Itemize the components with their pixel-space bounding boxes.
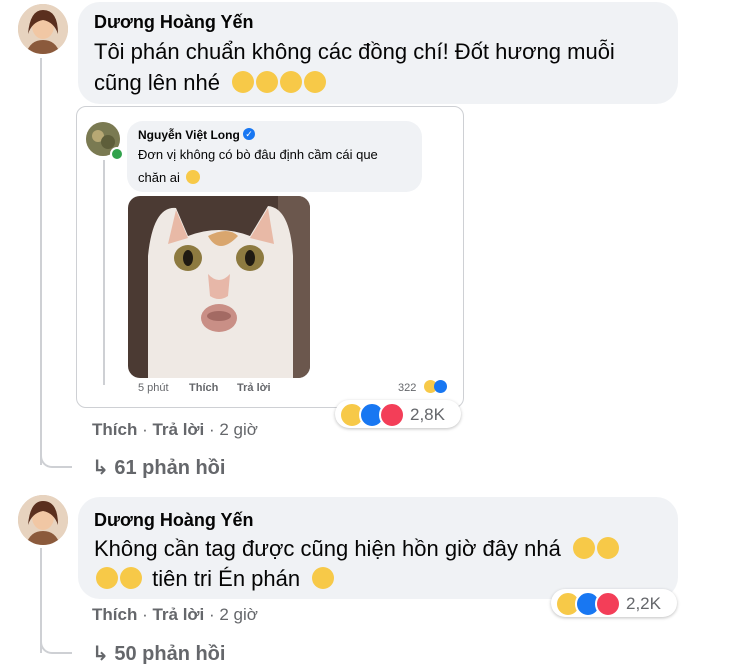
like-link[interactable]: Thích: [92, 605, 137, 624]
embedded-comment-text-line1: Đơn vị không có bò đâu định cầm cái que: [138, 147, 378, 162]
cat-image: [128, 196, 310, 378]
thread-connector-line: [103, 160, 105, 385]
comment-text-line2: cũng lên nhé: [94, 70, 220, 95]
comment-text-line1-wrap: Không cần tag được cũng hiện hồn giờ đây…: [94, 533, 619, 564]
rofl-emoji-icon: [120, 567, 142, 589]
comment-time[interactable]: 2 giờ: [219, 605, 258, 624]
avatar-image: [18, 4, 68, 54]
rofl-emoji-icon: [596, 537, 619, 559]
thread-connector-line: [40, 58, 42, 465]
reply-arrow-icon: ↳: [92, 643, 109, 665]
grinning-emoji-icon: [185, 170, 200, 184]
like-link[interactable]: Thích: [92, 420, 137, 439]
embedded-comment-author[interactable]: Nguyễn Việt Long: [138, 128, 240, 142]
reaction-count: 2,8K: [410, 405, 445, 424]
thread-connector-curve: [40, 632, 72, 654]
comment-time[interactable]: 2 giờ: [219, 420, 258, 439]
grinning-cat-emoji-icon: [304, 71, 327, 93]
separator-dot: ·: [208, 420, 220, 439]
reply-link[interactable]: Trả lời: [152, 605, 204, 624]
embedded-comment-time[interactable]: 5 phút: [138, 382, 169, 394]
comment-text-line2: tiên tri Én phán: [152, 566, 301, 591]
comment-text-line2-wrap: tiên tri Én phán: [94, 563, 335, 594]
cat-photo[interactable]: [128, 196, 310, 378]
love-reaction-icon: [595, 591, 621, 617]
embedded-like-link[interactable]: Thích: [189, 382, 218, 394]
embedded-comment-text-line2-wrap: chăn ai: [138, 170, 200, 185]
rofl-emoji-icon: [96, 567, 118, 589]
rofl-emoji-icon: [572, 537, 595, 559]
comment-text-line1: Tôi phán chuẩn không các đồng chí! Đốt h…: [94, 39, 615, 64]
avatar-image: [18, 495, 68, 545]
comment-author[interactable]: Dương Hoàng Yến: [94, 12, 254, 33]
reply-link[interactable]: Trả lời: [152, 420, 204, 439]
replies-label: 61 phản hồi: [114, 457, 226, 479]
grinning-cat-emoji-icon: [256, 71, 279, 93]
reaction-count: 2,2K: [626, 594, 661, 613]
comment-actions: Thích · Trả lời · 2 giờ: [92, 420, 258, 440]
replies-label: 50 phản hồi: [114, 643, 226, 665]
view-replies-button[interactable]: ↳ 61 phản hồi: [92, 455, 225, 480]
grinning-cat-emoji-icon: [232, 71, 255, 93]
online-status-dot: [110, 147, 124, 161]
tongue-out-emoji-icon: [312, 567, 335, 589]
comment-actions: Thích · Trả lời · 2 giờ: [92, 605, 258, 625]
thread-connector-curve: [40, 446, 72, 468]
verified-badge-icon: ✓: [243, 128, 255, 140]
comment-author[interactable]: Dương Hoàng Yến: [94, 510, 254, 531]
embedded-comment-text-line2: chăn ai: [138, 170, 180, 185]
commenter-avatar[interactable]: [18, 495, 68, 545]
separator-dot: ·: [142, 605, 153, 624]
grinning-cat-emoji-icon: [280, 71, 303, 93]
embedded-reaction-count[interactable]: 322: [398, 382, 416, 394]
separator-dot: ·: [208, 605, 220, 624]
view-replies-button[interactable]: ↳ 50 phản hồi: [92, 641, 225, 666]
like-reaction-icon: [434, 380, 447, 393]
comment-text-line2-wrap: cũng lên nhé: [94, 67, 327, 98]
separator-dot: ·: [142, 420, 153, 439]
comment-text-line1: Không cần tag được cũng hiện hồn giờ đây…: [94, 536, 561, 561]
embedded-reply-link[interactable]: Trả lời: [237, 382, 271, 394]
commenter-avatar[interactable]: [18, 4, 68, 54]
love-reaction-icon: [379, 402, 405, 428]
reply-arrow-icon: ↳: [92, 457, 109, 479]
